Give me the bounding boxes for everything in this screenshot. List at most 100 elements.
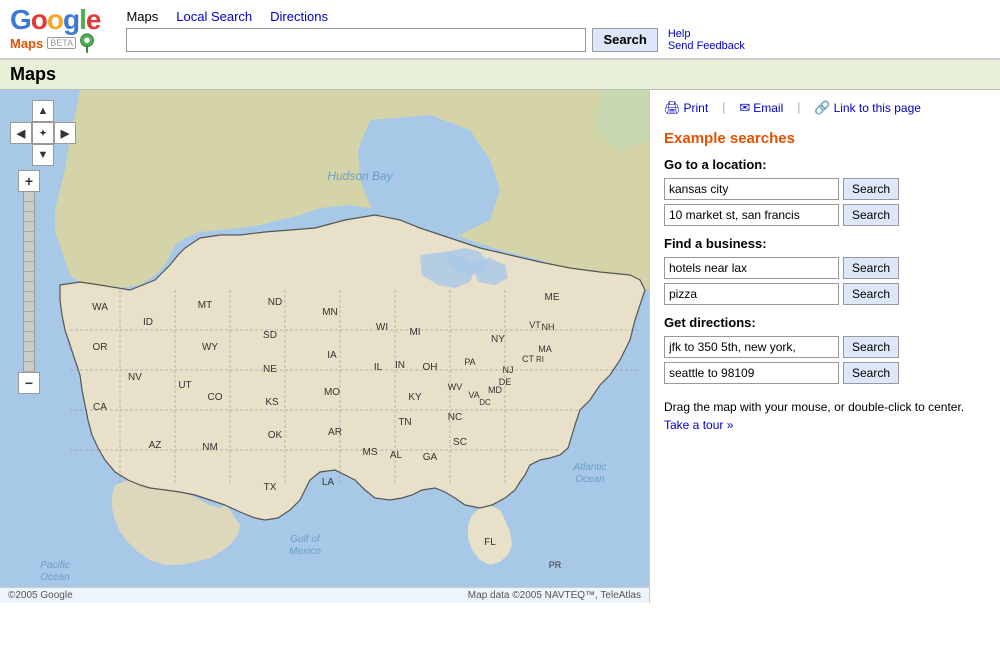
maps-label: Maps — [10, 36, 43, 51]
example-input-hotels[interactable] — [664, 257, 839, 279]
maps-label-row: Maps BETA — [10, 32, 96, 54]
state-wv: WV — [448, 382, 463, 392]
state-oh: OH — [423, 362, 438, 373]
state-me: ME — [545, 292, 560, 303]
example-input-market-st[interactable] — [664, 204, 839, 226]
example-row-jfk: Search — [664, 336, 986, 358]
zoom-bar: + − — [18, 170, 40, 394]
email-link[interactable]: ✉ Email — [739, 100, 783, 116]
state-pr: PR — [549, 560, 562, 570]
state-ut: UT — [178, 380, 191, 391]
state-ia: IA — [327, 350, 337, 361]
divider-1: | — [722, 100, 725, 116]
state-az: AZ — [149, 440, 162, 451]
zoom-tick-18 — [23, 362, 35, 372]
example-row-pizza: Search — [664, 283, 986, 305]
main-content: WA OR CA ID NV AZ MT WY UT CO NM ND SD — [0, 90, 1000, 603]
drag-info: Drag the map with your mouse, or double-… — [664, 398, 986, 434]
zoom-track — [23, 192, 35, 372]
state-ct: CT — [522, 354, 534, 364]
logo-letter-l: l — [79, 4, 86, 35]
example-input-seattle[interactable] — [664, 362, 839, 384]
example-input-jfk[interactable] — [664, 336, 839, 358]
section-business-title: Find a business: — [664, 236, 986, 251]
example-input-pizza[interactable] — [664, 283, 839, 305]
example-search-btn-pizza[interactable]: Search — [843, 283, 899, 305]
link-icon: 🔗 — [814, 100, 830, 116]
state-vt: VT — [529, 320, 541, 330]
state-ga: GA — [423, 452, 438, 463]
state-nd: ND — [268, 297, 282, 308]
email-label: Email — [753, 101, 783, 115]
action-links: 🖨 Print | ✉ Email | 🔗 Link to this page — [664, 100, 986, 116]
example-input-kansas-city[interactable] — [664, 178, 839, 200]
state-va: VA — [468, 390, 479, 400]
print-label: Print — [684, 101, 709, 115]
gulf-label: Gulf of — [290, 534, 321, 545]
state-ne: NE — [263, 364, 277, 375]
hudson-bay-label: Hudson Bay — [327, 169, 393, 183]
zoom-out-button[interactable]: − — [18, 372, 40, 394]
main-search-button[interactable]: Search — [592, 28, 657, 52]
pan-right-button[interactable]: ▶ — [54, 122, 76, 144]
pan-center-button[interactable]: ✦ — [32, 122, 54, 144]
section-directions-title: Get directions: — [664, 315, 986, 330]
example-search-btn-seattle[interactable]: Search — [843, 362, 899, 384]
example-search-btn-jfk[interactable]: Search — [843, 336, 899, 358]
state-ar: AR — [328, 427, 342, 438]
pan-left-button[interactable]: ◀ — [10, 122, 32, 144]
example-search-btn-market-st[interactable]: Search — [843, 204, 899, 226]
link-to-page-link[interactable]: 🔗 Link to this page — [814, 100, 921, 116]
main-search-input[interactable] — [126, 28, 586, 52]
zoom-tick-9 — [23, 272, 35, 282]
zoom-tick-16 — [23, 342, 35, 352]
nav-search-area: Maps Local Search Directions Search Help… — [116, 9, 990, 52]
map-container[interactable]: WA OR CA ID NV AZ MT WY UT CO NM ND SD — [0, 90, 650, 603]
state-pa: PA — [464, 357, 475, 367]
state-mi: MI — [409, 327, 420, 338]
state-ri: RI — [536, 355, 544, 364]
state-nh: NH — [542, 322, 555, 332]
zoom-tick-1 — [23, 192, 35, 202]
nav-maps[interactable]: Maps — [126, 9, 158, 24]
state-in: IN — [395, 360, 405, 371]
pan-down-row: ▼ — [32, 144, 54, 166]
example-search-btn-hotels[interactable]: Search — [843, 257, 899, 279]
example-searches-title: Example searches — [664, 130, 986, 147]
pan-down-button[interactable]: ▼ — [32, 144, 54, 166]
state-nm: NM — [202, 442, 218, 453]
map-copyright: ©2005 Google — [8, 590, 73, 601]
nav-directions[interactable]: Directions — [270, 9, 328, 24]
beta-label: BETA — [47, 37, 76, 49]
zoom-tick-7 — [23, 252, 35, 262]
map-data-label: Map data ©2005 NAVTEQ™, TeleAtlas — [468, 590, 641, 601]
nav-local-search[interactable]: Local Search — [176, 9, 252, 24]
drag-info-text: Drag the map with your mouse, or double-… — [664, 400, 964, 414]
logo-letter-g2: g — [63, 4, 79, 35]
state-mt: MT — [198, 300, 212, 311]
map-svg: WA OR CA ID NV AZ MT WY UT CO NM ND SD — [0, 90, 650, 600]
state-id: ID — [143, 317, 153, 328]
zoom-tick-17 — [23, 352, 35, 362]
link-to-page-label: Link to this page — [834, 101, 921, 115]
atlantic-ocean-label: Atlantic — [573, 462, 607, 473]
send-feedback-link[interactable]: Send Feedback — [668, 40, 745, 52]
state-nj: NJ — [503, 365, 514, 375]
pan-up-button[interactable]: ▲ — [32, 100, 54, 122]
state-al: AL — [390, 450, 403, 461]
pacific-ocean-label: Pacific — [40, 560, 69, 571]
help-link[interactable]: Help — [668, 28, 691, 40]
print-link[interactable]: 🖨 Print — [664, 100, 708, 116]
atlantic-ocean-label2: Ocean — [575, 474, 605, 485]
take-a-tour-link[interactable]: Take a tour » — [664, 418, 733, 432]
zoom-tick-11 — [23, 292, 35, 302]
example-row-hotels: Search — [664, 257, 986, 279]
logo-letter-e: e — [86, 4, 101, 35]
state-wy: WY — [202, 342, 218, 353]
logo-letter-o2: o — [47, 4, 63, 35]
zoom-in-button[interactable]: + — [18, 170, 40, 192]
header: Google Maps BETA Maps Local Search Direc… — [0, 0, 1000, 59]
print-icon: 🖨 — [664, 100, 681, 116]
state-wa: WA — [92, 302, 108, 313]
example-search-btn-kansas-city[interactable]: Search — [843, 178, 899, 200]
